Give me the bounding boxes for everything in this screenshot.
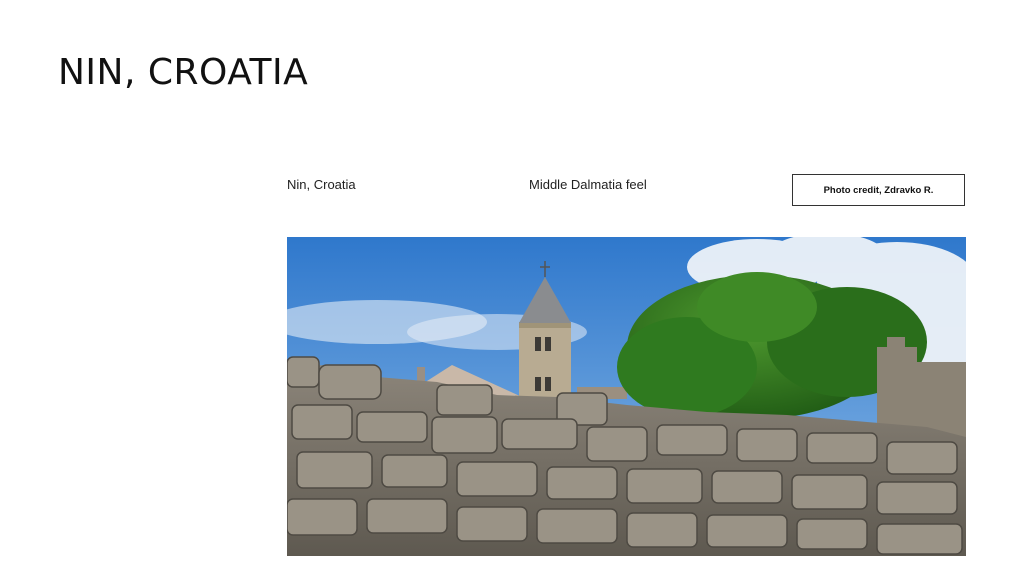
feel-label: Middle Dalmatia feel bbox=[529, 177, 647, 192]
location-label: Nin, Croatia bbox=[287, 177, 356, 192]
photo-illustration bbox=[287, 237, 966, 556]
photo-nin-stone-wall bbox=[287, 237, 966, 556]
photo-credit-text: Photo credit, Zdravko R. bbox=[823, 184, 934, 196]
page-title: NIN, CROATIA bbox=[58, 52, 309, 93]
slide: NIN, CROATIA Nin, Croatia Middle Dalmati… bbox=[0, 0, 1024, 576]
photo-credit-box: Photo credit, Zdravko R. bbox=[792, 174, 965, 206]
